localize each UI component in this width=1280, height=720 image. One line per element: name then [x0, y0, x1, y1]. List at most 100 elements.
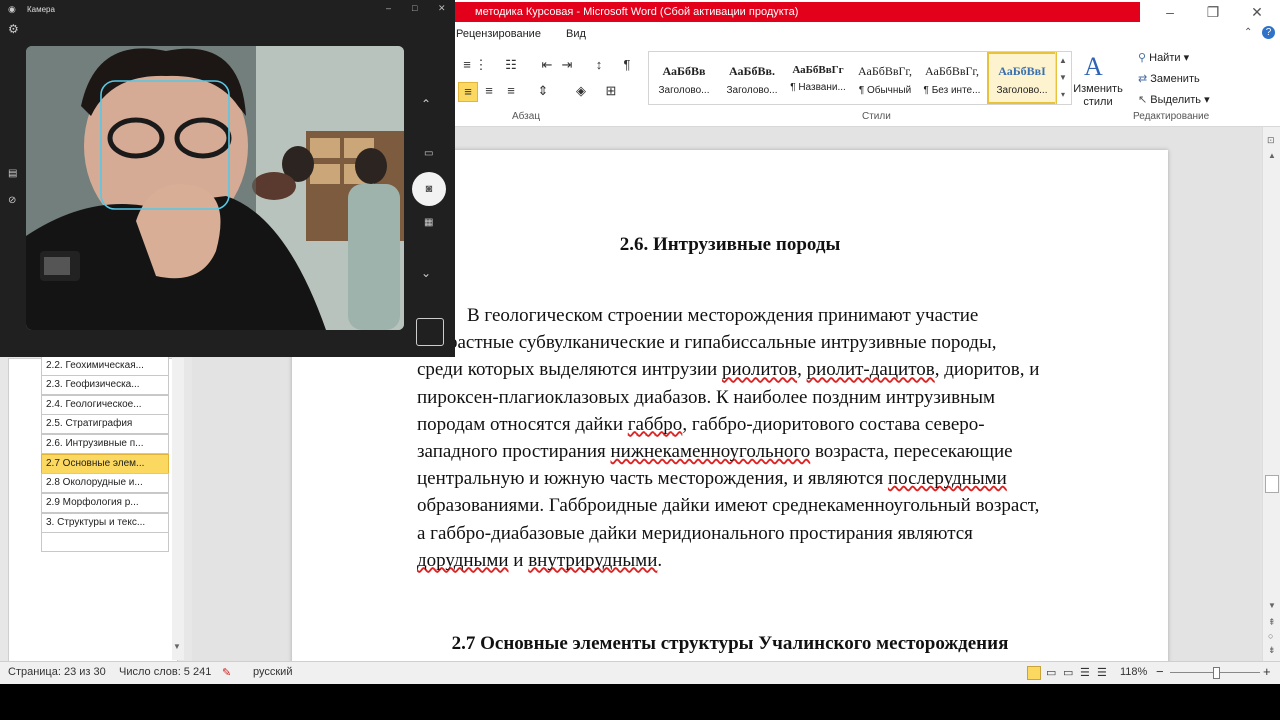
style-item[interactable]: АаБбВвГг ¶ Названи... [785, 54, 851, 102]
camera-close-button[interactable]: ✕ [438, 3, 446, 14]
zoom-level[interactable]: 118% [1120, 666, 1147, 678]
nav-item-2-5[interactable]: 2.5. Стратиграфия [41, 414, 169, 434]
prev-page-icon[interactable]: ⇞ [1268, 617, 1276, 628]
page-count[interactable]: Страница: 23 из 30 [8, 666, 106, 678]
hdr-icon[interactable]: ▤ [8, 168, 17, 179]
find-button[interactable]: ⚲ Найти ▾ [1138, 51, 1189, 64]
numbering-icon[interactable]: ⋮ [472, 56, 490, 74]
nav-item-empty[interactable] [41, 532, 169, 552]
proofing-icon[interactable]: ✎ [222, 666, 231, 679]
timer-icon[interactable]: ⊘ [8, 195, 16, 206]
sort-icon[interactable]: ↕ [590, 56, 608, 74]
style-name: Заголово... [658, 85, 710, 96]
zoom-in-button[interactable]: + [1263, 664, 1271, 679]
zoom-out-button[interactable]: − [1156, 664, 1164, 679]
change-styles-icon[interactable]: A [1084, 52, 1112, 81]
styles-gallery: АаБбВв Заголово... АаБбВв. Заголово... А… [648, 51, 1072, 105]
style-item[interactable]: АаБбВв. Заголово... [719, 54, 785, 102]
align-center-icon[interactable]: ≡ [480, 82, 498, 100]
camera-scroll-up-icon[interactable]: ⌃ [421, 97, 431, 111]
scroll-down-icon[interactable]: ▼ [1268, 601, 1276, 610]
style-name: ¶ Названи... [790, 82, 846, 93]
binoculars-icon: ⚲ [1138, 52, 1150, 64]
camera-window: ◉ Камера – □ ✕ ⚙ ▤ ⊘ ⌃ ▭ ◙ ▦ ⌄ [0, 0, 455, 357]
text-run: а габбро-диабазовые дайки меридиональног… [417, 522, 973, 544]
close-button[interactable]: ✕ [1237, 0, 1277, 24]
decrease-indent-icon[interactable]: ⇤ [538, 56, 556, 74]
para-line: среди которых выделяются интрузии риолит… [417, 356, 1105, 383]
select-button[interactable]: ↖ Выделить ▾ [1138, 93, 1210, 106]
tab-view[interactable]: Вид [566, 28, 586, 40]
nav-item-2-6[interactable]: 2.6. Интрузивные п... [41, 434, 169, 454]
text-run: , [797, 359, 807, 381]
style-preview: АаБбВв [662, 64, 706, 78]
nav-item-2-9[interactable]: 2.9 Морфология р... [41, 493, 169, 513]
style-item-selected[interactable]: АаБбВвI Заголово... [987, 52, 1057, 104]
status-bar: Страница: 23 из 30 Число слов: 5 241 ✎ р… [0, 661, 1280, 684]
style-preview: АаБбВвГг, [924, 64, 979, 78]
misspelled-word: риолит-дацитов [806, 359, 935, 381]
camera-title: Камера [27, 5, 55, 14]
barcode-mode-icon[interactable]: ▦ [424, 217, 433, 228]
find-label: Найти [1149, 52, 1181, 64]
shading-icon[interactable]: ◈ [572, 82, 590, 100]
multilevel-list-icon[interactable]: ☷ [502, 56, 520, 74]
line-spacing-icon[interactable]: ⇕ [534, 82, 552, 100]
web-layout-icon[interactable]: ▭ [1063, 666, 1073, 679]
camera-maximize-button[interactable]: □ [412, 3, 417, 13]
nav-scroll-down-icon[interactable]: ▼ [173, 642, 181, 651]
nav-item-2-4[interactable]: 2.4. Геологическое... [41, 395, 169, 415]
gallery-thumbnail[interactable] [416, 318, 444, 346]
shutter-button[interactable]: ◙ [412, 172, 446, 206]
text-run: В геологическом строении месторождения п… [467, 305, 979, 326]
align-right-icon[interactable]: ≡ [502, 82, 520, 100]
camera-scroll-down-icon[interactable]: ⌄ [421, 266, 431, 280]
ruler-toggle-icon[interactable]: ⊡ [1267, 135, 1275, 146]
next-page-icon[interactable]: ⇟ [1268, 645, 1276, 656]
fullscreen-reading-icon[interactable]: ▭ [1046, 666, 1056, 679]
replace-button[interactable]: ⇄ Заменить [1138, 72, 1200, 85]
text-run: западного простирания [417, 441, 611, 463]
draft-icon[interactable]: ☰ [1097, 666, 1107, 679]
text-run: , габбро-диоритового состава северо- [682, 413, 985, 435]
style-item[interactable]: АаБбВвГг, ¶ Обычный [852, 54, 918, 102]
nav-item-2-8[interactable]: 2.8 Околорудные и... [41, 473, 169, 493]
video-mode-icon[interactable]: ▭ [424, 148, 433, 159]
styles-scroll-icon[interactable]: ▲ ▼ ▾ [1055, 52, 1070, 104]
change-styles-button[interactable]: Изменить стили [1072, 83, 1124, 109]
nav-item-2-7[interactable]: 2.7 Основные элем... [41, 454, 169, 474]
vertical-scrollbar[interactable]: ⊡ ▲ ▼ ⇞ ○ ⇟ [1262, 127, 1280, 661]
misspelled-word: внутрирудными [528, 549, 658, 571]
borders-icon[interactable]: ⊞ [602, 82, 620, 100]
show-marks-icon[interactable]: ¶ [618, 56, 636, 74]
text-run: породам относятся дайки [417, 413, 628, 435]
nav-scrollbar[interactable]: ▼ [172, 358, 184, 660]
style-preview: АаБбВв. [729, 64, 775, 78]
nav-item-2-3[interactable]: 2.3. Геофизическа... [41, 375, 169, 395]
language[interactable]: русский [253, 666, 292, 678]
print-layout-icon[interactable] [1027, 666, 1041, 680]
ribbon-collapse-icon[interactable]: ⌃ [1244, 27, 1252, 38]
scroll-thumb[interactable] [1265, 475, 1279, 493]
minimize-button[interactable]: – [1150, 0, 1190, 24]
camera-minimize-button[interactable]: – [386, 3, 391, 13]
browse-object-icon[interactable]: ○ [1268, 631, 1273, 641]
restore-button[interactable]: ❐ [1193, 0, 1233, 24]
style-item[interactable]: АаБбВв Заголово... [651, 54, 717, 102]
style-preview: АаБбВвГг, [857, 64, 912, 78]
text-run: разновозрастные субвулканические и гипаб… [377, 332, 997, 354]
align-justify-icon[interactable]: ≡ [458, 82, 478, 102]
outline-icon[interactable]: ☰ [1080, 666, 1090, 679]
style-name: Заголово... [726, 85, 778, 96]
scroll-up-icon[interactable]: ▲ [1268, 151, 1276, 160]
tab-review[interactable]: Рецензирование [456, 28, 541, 40]
nav-item-2-2[interactable]: 2.2. Геохимическая... [41, 356, 169, 376]
zoom-slider-thumb[interactable] [1213, 667, 1220, 679]
increase-indent-icon[interactable]: ⇥ [558, 56, 576, 74]
help-icon[interactable]: ? [1262, 26, 1275, 39]
word-count[interactable]: Число слов: 5 241 [119, 666, 211, 678]
nav-item-3[interactable]: 3. Структуры и текс... [41, 513, 169, 533]
style-item[interactable]: АаБбВвГг, ¶ Без инте... [919, 54, 985, 102]
camera-settings-icon[interactable]: ⚙ [8, 22, 19, 36]
para-line: западного простирания нижнекаменноугольн… [417, 438, 1105, 465]
